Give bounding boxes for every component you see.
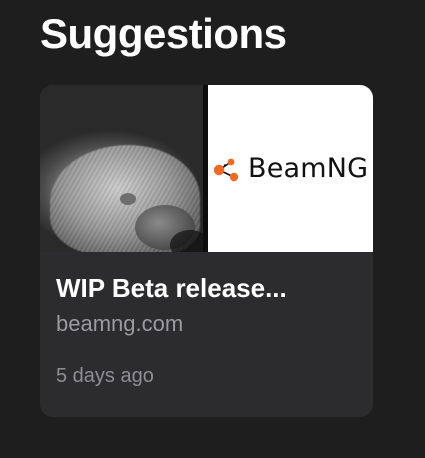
beamng-logo-text: BeamNG [248, 153, 369, 184]
section-title: Suggestions [40, 10, 287, 57]
hedgehog-photo [40, 85, 203, 252]
card-domain: beamng.com [56, 311, 184, 336]
card-timestamp: 5 days ago [56, 365, 154, 387]
beamng-logo-icon [213, 158, 239, 181]
suggestion-card[interactable]: BeamNG WIP Beta release... beamng.com 5 … [40, 85, 373, 417]
card-thumbnail: BeamNG [40, 85, 373, 252]
beamng-logo: BeamNG [208, 85, 373, 252]
card-title: WIP Beta release... [56, 273, 287, 303]
